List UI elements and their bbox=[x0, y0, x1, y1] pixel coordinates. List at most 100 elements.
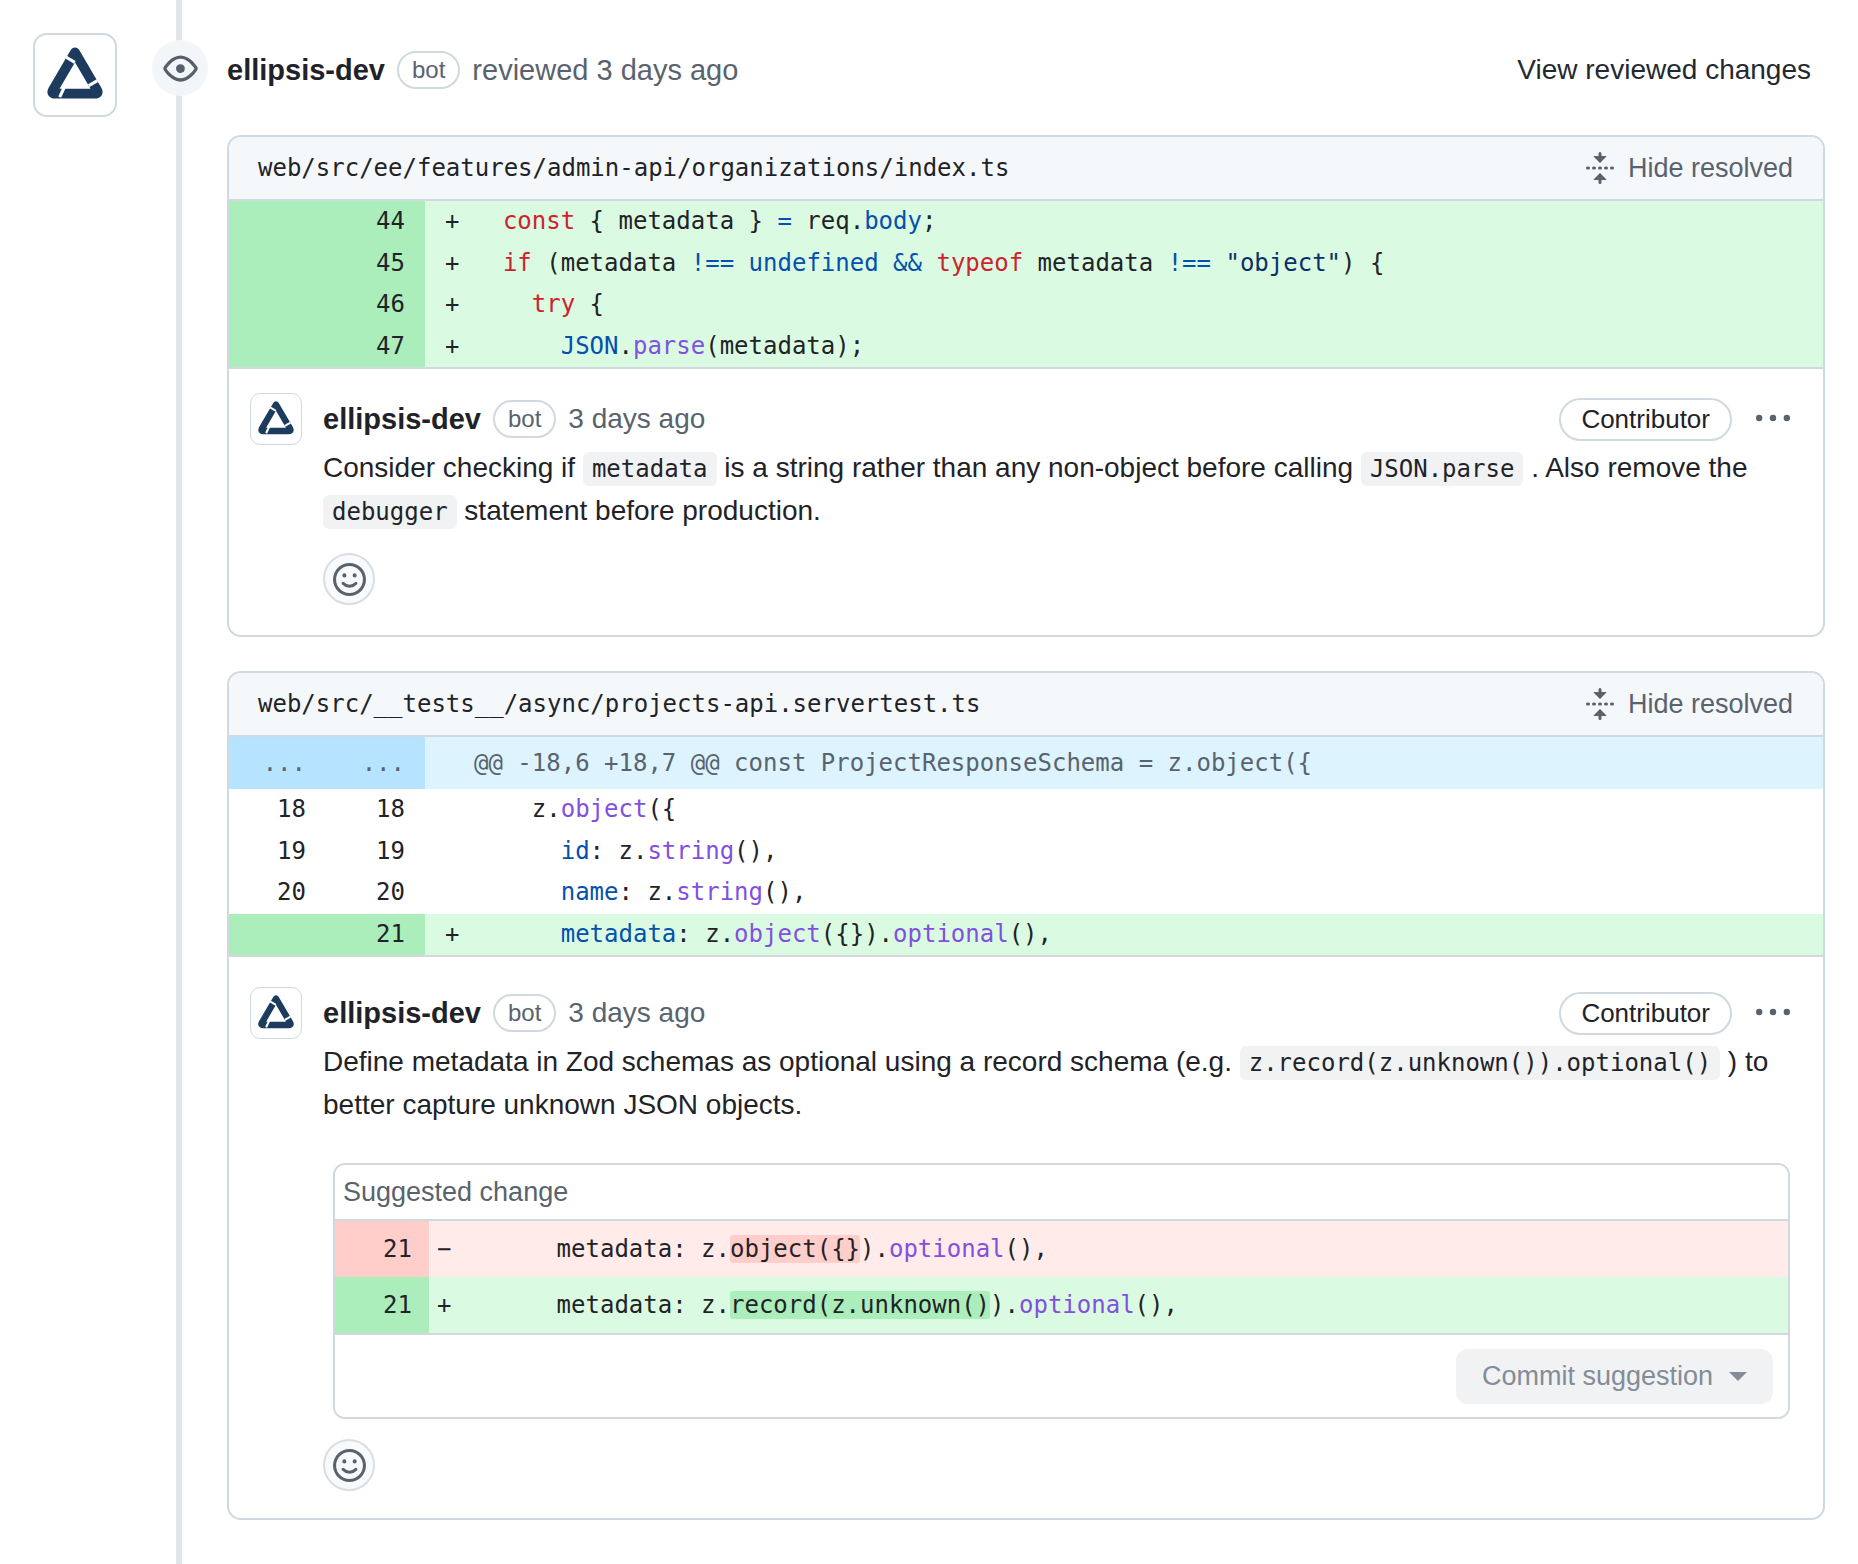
smiley-icon bbox=[333, 1449, 366, 1482]
comment-body: Define metadata in Zod schemas as option… bbox=[323, 1041, 1790, 1126]
inline-code: z.record(z.unknown()).optional() bbox=[1240, 1046, 1720, 1080]
code-segment bbox=[474, 207, 503, 235]
comment-menu-button[interactable] bbox=[1756, 996, 1790, 1030]
code-segment: (metadata); bbox=[705, 332, 864, 360]
code-segment: body bbox=[864, 207, 922, 235]
eye-icon bbox=[152, 40, 208, 96]
diff-gutter[interactable]: 1818 bbox=[229, 789, 425, 831]
file-header: web/src/ee/features/admin-api/organizati… bbox=[229, 137, 1823, 201]
code-segment: : z. bbox=[619, 878, 677, 906]
code-segment: name bbox=[561, 878, 619, 906]
code-segment: object({} bbox=[730, 1235, 860, 1263]
ellipsis-logo-icon bbox=[44, 44, 106, 106]
code-segment: object bbox=[734, 920, 821, 948]
code-segment: = bbox=[777, 207, 791, 235]
code-segment: ({}). bbox=[821, 920, 893, 948]
code-segment: . bbox=[619, 332, 633, 360]
code-segment: (), bbox=[734, 837, 777, 865]
add-reaction-button[interactable] bbox=[323, 1439, 375, 1491]
comment-avatar[interactable] bbox=[250, 987, 302, 1039]
inline-code: metadata bbox=[583, 452, 717, 486]
diff-line: 45+ if (metadata !== undefined && typeof… bbox=[229, 243, 1823, 285]
code-segment: try bbox=[532, 290, 575, 318]
code-segment bbox=[1211, 249, 1225, 277]
hide-resolved-button[interactable]: Hide resolved bbox=[1584, 688, 1793, 720]
code-segment: !== bbox=[1168, 249, 1211, 277]
diff-gutter[interactable]: 45 bbox=[229, 243, 425, 285]
code-segment: JSON bbox=[561, 332, 619, 360]
hide-resolved-button[interactable]: Hide resolved bbox=[1584, 152, 1793, 184]
reviewer-avatar[interactable] bbox=[33, 33, 117, 117]
review-action-text: reviewed 3 days ago bbox=[472, 54, 738, 87]
code-segment: optional bbox=[1019, 1291, 1135, 1319]
diff-gutter[interactable]: ...... bbox=[229, 737, 425, 789]
code-segment: metadata bbox=[561, 920, 677, 948]
code-segment: ). bbox=[860, 1235, 889, 1263]
hide-resolved-label: Hide resolved bbox=[1628, 153, 1793, 184]
file-header: web/src/__tests__/async/projects-api.ser… bbox=[229, 673, 1823, 737]
comment-author[interactable]: ellipsis-dev bbox=[323, 997, 481, 1030]
hide-resolved-label: Hide resolved bbox=[1628, 689, 1793, 720]
kebab-horizontal-icon bbox=[1756, 996, 1790, 1030]
diff-table-2: ...... @@ -18,6 +18,7 @@ const ProjectRes… bbox=[229, 737, 1823, 955]
fold-icon bbox=[1584, 152, 1616, 184]
comment-avatar[interactable] bbox=[250, 393, 302, 445]
bot-badge: bot bbox=[493, 400, 556, 438]
diff-line: 44+ const { metadata } = req.body; bbox=[229, 201, 1823, 243]
add-reaction-button[interactable] bbox=[323, 553, 375, 605]
inline-code: debugger bbox=[323, 495, 457, 529]
code-segment bbox=[474, 332, 561, 360]
comment-timestamp[interactable]: 3 days ago bbox=[568, 997, 705, 1029]
code-segment: optional bbox=[889, 1235, 1005, 1263]
code-segment: : z. bbox=[590, 837, 648, 865]
code-segment: @@ -18,6 +18,7 @@ const ProjectResponseS… bbox=[474, 749, 1312, 777]
code-segment: metadata bbox=[1023, 249, 1168, 277]
diff-code-cell: + if (metadata !== undefined && typeof m… bbox=[425, 243, 1823, 285]
diff-line: 21+ metadata: z.object({}).optional(), bbox=[229, 914, 1823, 956]
suggestion-gutter: 21 bbox=[335, 1277, 429, 1333]
diff-gutter[interactable]: 46 bbox=[229, 284, 425, 326]
diff-gutter[interactable]: 21 bbox=[229, 914, 425, 956]
suggested-change-block: Suggested change 21− metadata: z.object(… bbox=[333, 1163, 1790, 1419]
inline-code: JSON.parse bbox=[1361, 452, 1524, 486]
code-segment: { bbox=[575, 290, 604, 318]
code-segment: !== bbox=[691, 249, 734, 277]
suggestion-addition-line: 21+ metadata: z.record(z.unknown()).opti… bbox=[335, 1277, 1788, 1333]
code-segment: metadata: z. bbox=[441, 1291, 730, 1319]
code-segment: (), bbox=[1135, 1291, 1178, 1319]
diff-hunk-row: ...... @@ -18,6 +18,7 @@ const ProjectRes… bbox=[229, 737, 1823, 789]
suggestion-code-cell: + metadata: z.record(z.unknown()).option… bbox=[429, 1277, 1788, 1333]
diff-table-1: 44+ const { metadata } = req.body;45+ if… bbox=[229, 201, 1823, 367]
file-path[interactable]: web/src/__tests__/async/projects-api.ser… bbox=[258, 690, 980, 718]
diff-gutter[interactable]: 1919 bbox=[229, 831, 425, 873]
suggestion-footer: Commit suggestion bbox=[335, 1333, 1788, 1417]
suggestion-diff: 21− metadata: z.object({}).optional(),21… bbox=[335, 1221, 1788, 1333]
contributor-badge: Contributor bbox=[1559, 992, 1732, 1035]
commit-suggestion-button[interactable]: Commit suggestion bbox=[1456, 1349, 1773, 1404]
fold-icon bbox=[1584, 688, 1616, 720]
comment-header: ellipsis-dev bot 3 days ago Contributor bbox=[250, 393, 1790, 445]
comment-timestamp[interactable]: 3 days ago bbox=[568, 403, 705, 435]
review-card-projects-api: web/src/__tests__/async/projects-api.ser… bbox=[227, 671, 1825, 1520]
file-path[interactable]: web/src/ee/features/admin-api/organizati… bbox=[258, 154, 1009, 182]
code-segment bbox=[734, 249, 748, 277]
diff-line: 1818 z.object({ bbox=[229, 789, 1823, 831]
code-segment: && bbox=[893, 249, 922, 277]
comment-menu-button[interactable] bbox=[1756, 402, 1790, 436]
diff-line: 2020 name: z.string(), bbox=[229, 872, 1823, 914]
diff-gutter[interactable]: 2020 bbox=[229, 872, 425, 914]
code-segment: const bbox=[503, 207, 575, 235]
code-segment: id bbox=[561, 837, 590, 865]
diff-code-cell: z.object({ bbox=[425, 789, 1823, 831]
diff-gutter[interactable]: 44 bbox=[229, 201, 425, 243]
code-segment: optional bbox=[893, 920, 1009, 948]
diff-gutter[interactable]: 47 bbox=[229, 326, 425, 368]
code-segment bbox=[474, 920, 561, 948]
reviewer-name[interactable]: ellipsis-dev bbox=[227, 54, 385, 87]
code-segment: object bbox=[561, 795, 648, 823]
comment-header: ellipsis-dev bot 3 days ago Contributor bbox=[250, 987, 1790, 1039]
code-segment: parse bbox=[633, 332, 705, 360]
code-segment: : z. bbox=[676, 920, 734, 948]
comment-author[interactable]: ellipsis-dev bbox=[323, 403, 481, 436]
view-reviewed-changes-link[interactable]: View reviewed changes bbox=[1517, 54, 1811, 86]
